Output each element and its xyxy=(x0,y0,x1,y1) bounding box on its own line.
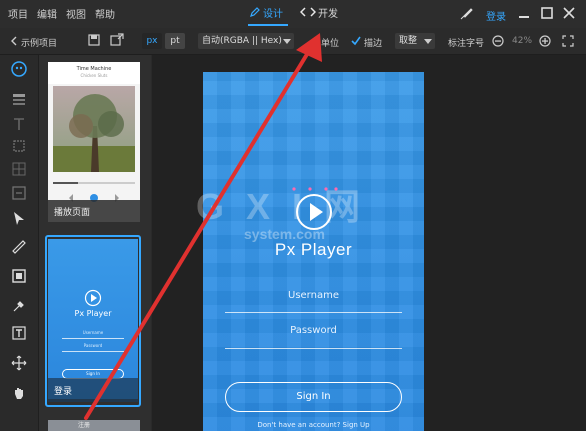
username-underline xyxy=(225,312,402,313)
export-icon[interactable] xyxy=(110,33,124,47)
move-icon[interactable] xyxy=(11,355,27,371)
login-artboard[interactable]: Px Player Username Password Sign In Don'… xyxy=(203,72,424,431)
round-value: 取整 xyxy=(399,36,418,46)
album-art-image xyxy=(53,86,135,172)
page-label-login: 登录 xyxy=(54,387,73,397)
mascot-icon[interactable] xyxy=(11,61,27,77)
thumb-password: Password xyxy=(83,343,103,348)
menu-edit[interactable]: 编辑 xyxy=(37,6,57,21)
maximize-icon[interactable] xyxy=(541,7,553,19)
unit-label: 单位 xyxy=(321,39,340,49)
thumb-username: Username xyxy=(82,330,104,335)
menu-help[interactable]: 帮助 xyxy=(95,6,115,21)
layers-icon[interactable] xyxy=(11,91,27,107)
grid-icon[interactable] xyxy=(11,161,27,177)
password-underline xyxy=(225,348,402,349)
menu-view[interactable]: 视图 xyxy=(66,6,86,21)
sign-in-button[interactable]: Sign In xyxy=(225,382,402,412)
text-box-icon[interactable] xyxy=(11,325,27,341)
page-thumb-login: Px Player Username Password Sign In xyxy=(48,239,138,399)
color-format-value: 自动(RGBA || Hex) xyxy=(202,36,282,46)
eyedropper-icon[interactable] xyxy=(11,298,27,314)
thumb-subtitle: Chicken Sluts xyxy=(80,73,108,78)
tab-design-label: 设计 xyxy=(263,9,283,20)
color-format-select[interactable]: 自动(RGBA || Hex) xyxy=(198,33,294,49)
zoom-level: 42% xyxy=(512,36,533,46)
signup-footer[interactable]: Don't have an account? Sign Up xyxy=(203,421,424,431)
progress-fill xyxy=(53,182,78,184)
pointer-icon[interactable] xyxy=(11,211,27,227)
pen-icon xyxy=(250,7,260,17)
ruler-icon[interactable] xyxy=(11,239,27,255)
caret-down-icon xyxy=(283,39,291,44)
artboard-icon[interactable] xyxy=(11,268,27,284)
stroke-option[interactable]: 描边 xyxy=(364,36,382,49)
page-thumb-player[interactable]: Time Machine Chicken Sluts xyxy=(48,62,140,222)
page-label-bar: 登录 xyxy=(48,378,138,402)
tab-develop-label: 开发 xyxy=(318,9,338,20)
check-icon[interactable] xyxy=(351,36,361,46)
zoom-out-icon[interactable] xyxy=(492,35,504,47)
progress-track xyxy=(53,182,135,184)
watermark-domain: system.com xyxy=(244,226,325,242)
font-size-label: 标注字号 xyxy=(448,39,485,49)
thumb-brand: Px Player xyxy=(74,309,112,318)
tool-sidebar xyxy=(0,55,39,431)
thumb-password-line xyxy=(62,351,124,352)
thumb-title: Time Machine xyxy=(76,66,112,72)
minimize-icon[interactable] xyxy=(518,7,530,19)
text-tool-icon[interactable] xyxy=(11,116,27,132)
page-label-bar: 播放页面 xyxy=(48,200,140,222)
thumb-header: Time Machine Chicken Sluts xyxy=(48,62,140,84)
unit-pt-toggle[interactable]: pt xyxy=(165,33,185,49)
code-icon xyxy=(300,7,316,17)
zoom-in-icon[interactable] xyxy=(539,35,551,47)
menu-project[interactable]: 项目 xyxy=(8,6,28,21)
login-link[interactable]: 登录 xyxy=(486,8,506,23)
page-thumb-register[interactable]: 注册 xyxy=(48,420,140,431)
page-label-register: 注册 xyxy=(78,422,91,429)
page-label-player: 播放页面 xyxy=(54,208,91,218)
caret-down-icon xyxy=(424,39,432,44)
save-icon[interactable] xyxy=(88,34,100,46)
unit-px-toggle[interactable]: px xyxy=(142,33,162,49)
active-tab-indicator xyxy=(248,24,288,26)
slice-icon[interactable] xyxy=(11,185,27,201)
menubar: 项目 编辑 视图 帮助 设计 开发 登录 xyxy=(0,0,586,29)
fit-screen-icon[interactable] xyxy=(562,35,574,47)
chevron-left-icon[interactable] xyxy=(10,36,18,46)
username-placeholder[interactable]: Username xyxy=(203,290,424,301)
brush-icon[interactable] xyxy=(458,6,474,22)
hand-icon[interactable] xyxy=(11,385,27,401)
toolbar: 示例项目 px pt 自动(RGBA || Hex) 单位 描边 取整 标注字号… xyxy=(0,28,586,55)
thumb-username-line xyxy=(62,338,124,339)
selection-markers xyxy=(292,187,338,191)
round-select[interactable]: 取整 xyxy=(395,33,435,49)
brand-name: Px Player xyxy=(274,240,353,259)
close-icon[interactable] xyxy=(563,7,575,19)
password-placeholder[interactable]: Password xyxy=(203,325,424,336)
thumb-play-icon xyxy=(84,289,102,307)
back-to-project[interactable]: 示例项目 xyxy=(21,36,57,49)
frame-icon[interactable] xyxy=(11,138,27,154)
pages-panel: Time Machine Chicken Sluts 播放页面 Px Playe… xyxy=(39,55,151,431)
